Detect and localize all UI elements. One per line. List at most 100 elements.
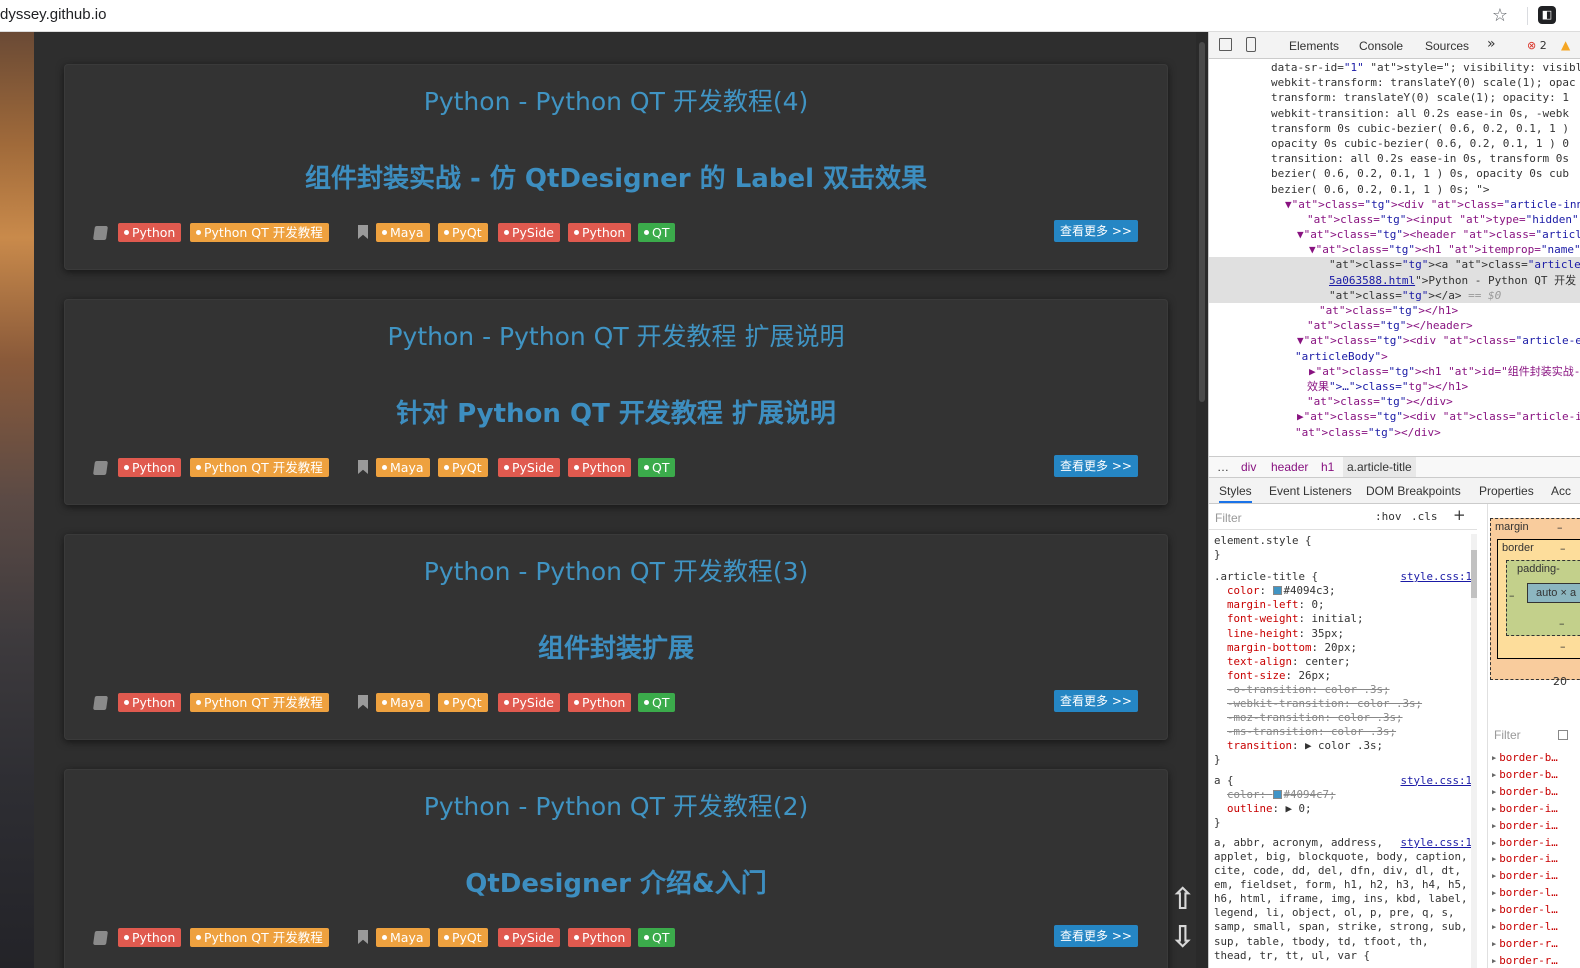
style-property[interactable]: font-size: 26px; xyxy=(1214,669,1472,683)
inspect-element-icon[interactable] xyxy=(1219,38,1232,51)
post-tag[interactable]: QT xyxy=(638,223,676,242)
dom-node-line[interactable]: "at">class="tg"></div> xyxy=(1209,425,1580,440)
device-toolbar-icon[interactable] xyxy=(1246,37,1256,52)
tab-properties[interactable]: Properties xyxy=(1479,484,1534,498)
property-value[interactable]: center; xyxy=(1305,655,1351,668)
post-tag[interactable]: Python xyxy=(568,928,632,947)
read-more-button[interactable]: 查看更多 >> xyxy=(1054,925,1138,947)
hover-state-button[interactable]: :hov xyxy=(1375,510,1402,523)
styles-scrollbar-thumb[interactable] xyxy=(1471,550,1477,598)
error-count-badge[interactable]: ⊗ 2 xyxy=(1527,39,1547,52)
post-tag[interactable]: Maya xyxy=(376,223,430,242)
tab-sources[interactable]: Sources xyxy=(1425,39,1469,53)
box-model-padding-bottom[interactable]: – xyxy=(1559,617,1565,630)
category-tag[interactable]: Python xyxy=(118,458,182,477)
color-swatch[interactable] xyxy=(1272,789,1282,799)
tab-console[interactable]: Console xyxy=(1359,39,1403,53)
dom-node-line[interactable]: ▶"at">class="tg"><div "at">class="articl… xyxy=(1209,409,1580,424)
category-tag[interactable]: Python xyxy=(118,928,182,947)
post-tag[interactable]: Python xyxy=(568,458,632,477)
dom-node-line[interactable]: ▼"at">class="tg"><header "at">class="art… xyxy=(1209,227,1580,242)
property-name[interactable]: font-weight xyxy=(1227,612,1299,625)
dom-node-selected[interactable]: "at">class="tg"></a> == $0 xyxy=(1209,287,1580,303)
style-property[interactable]: transition: ▶ color .3s; xyxy=(1214,739,1472,753)
style-property[interactable]: text-align: center; xyxy=(1214,655,1472,669)
post-tag[interactable]: Maya xyxy=(376,928,430,947)
post-tag[interactable]: QT xyxy=(638,928,676,947)
box-model-padding-left[interactable]: – xyxy=(1509,589,1515,602)
post-tag[interactable]: QT xyxy=(638,693,676,712)
property-name[interactable]: transition xyxy=(1227,739,1292,752)
tab-event-listeners[interactable]: Event Listeners xyxy=(1269,484,1352,498)
class-toggle-button[interactable]: .cls xyxy=(1411,510,1438,523)
property-name[interactable]: font-size xyxy=(1227,669,1286,682)
read-more-button[interactable]: 查看更多 >> xyxy=(1054,455,1138,477)
style-property[interactable]: line-height: 35px; xyxy=(1214,627,1472,641)
tab-accessibility[interactable]: Acc xyxy=(1551,484,1571,498)
dom-node-line[interactable]: "at">class="tg"></h1> xyxy=(1209,303,1580,318)
computed-property[interactable]: border-r… xyxy=(1492,936,1580,953)
style-property[interactable]: font-weight: initial; xyxy=(1214,612,1472,626)
category-tag[interactable]: Python QT 开发教程 xyxy=(190,458,329,477)
breadcrumb-h1[interactable]: h1 xyxy=(1321,457,1334,477)
property-value[interactable]: 26px; xyxy=(1299,669,1332,682)
tab-dom-breakpoints[interactable]: DOM Breakpoints xyxy=(1366,484,1461,498)
property-name[interactable]: text-align xyxy=(1227,655,1292,668)
dom-node-line[interactable]: transform: translateY(0) scale(1); opaci… xyxy=(1209,90,1580,105)
category-tag[interactable]: Python QT 开发教程 xyxy=(190,223,329,242)
property-value[interactable]: #4094c7; xyxy=(1284,788,1336,801)
property-value[interactable]: color .3s; xyxy=(1357,697,1422,710)
dom-node-line[interactable]: "at">class="tg"><input "at">type="hidden… xyxy=(1209,212,1580,227)
computed-property[interactable]: border-b… xyxy=(1492,784,1580,801)
box-model-border[interactable]: border – padding- – auto × a – – xyxy=(1497,539,1580,659)
rule-source-link[interactable]: style.css:1 xyxy=(1400,774,1472,788)
dom-node-line[interactable]: 效果">…">class="tg"></h1> xyxy=(1209,379,1580,394)
read-more-button[interactable]: 查看更多 >> xyxy=(1054,220,1138,242)
post-title-link[interactable]: Python - Python QT 开发教程 扩展说明 xyxy=(64,317,1168,353)
style-property[interactable]: color: #4094c7; xyxy=(1214,788,1472,802)
box-model-margin[interactable]: margin – border – padding- – auto × a – … xyxy=(1490,518,1580,688)
box-model-border-top[interactable]: – xyxy=(1560,542,1566,555)
property-value[interactable]: color .3s; xyxy=(1331,725,1396,738)
post-title-link[interactable]: Python - Python QT 开发教程(3) xyxy=(64,552,1168,588)
rule-source-link[interactable]: style.css:1 xyxy=(1400,570,1472,584)
dom-node-line[interactable]: bezier( 0.6, 0.2, 0.1, 1 ) 0s, opacity 0… xyxy=(1209,166,1580,181)
post-tag[interactable]: PySide xyxy=(498,458,560,477)
breadcrumb-ellipsis[interactable]: … xyxy=(1217,457,1229,477)
property-name[interactable]: -o-transition xyxy=(1227,683,1312,696)
dom-node-line[interactable]: "at">class="tg"></div> xyxy=(1209,394,1580,409)
category-tag[interactable]: Python QT 开发教程 xyxy=(190,928,329,947)
box-model-padding[interactable]: padding- – auto × a – xyxy=(1506,560,1580,636)
breadcrumb-div[interactable]: div xyxy=(1241,457,1256,477)
warning-icon[interactable]: ▲ xyxy=(1561,38,1570,52)
post-tag[interactable]: PyQt xyxy=(438,458,488,477)
styles-filter-input[interactable]: Filter xyxy=(1215,511,1242,525)
dom-node-line[interactable]: bezier( 0.6, 0.2, 0.1, 1 ) 0s; "> xyxy=(1209,182,1580,197)
property-value[interactable]: ▶ 0; xyxy=(1286,802,1312,815)
property-value[interactable]: 20px; xyxy=(1325,641,1358,654)
styles-scrollbar[interactable] xyxy=(1471,534,1477,968)
scroll-bottom-arrow-icon[interactable]: ⇩ xyxy=(1170,920,1195,955)
computed-property[interactable]: border-i… xyxy=(1492,818,1580,835)
style-property[interactable]: -webkit-transition: color .3s; xyxy=(1214,697,1472,711)
dom-node-line[interactable]: ▼"at">class="tg"><div "at">class="articl… xyxy=(1209,197,1580,212)
scroll-top-arrow-icon[interactable]: ⇧ xyxy=(1170,882,1195,917)
dom-node-line[interactable]: webkit-transition: all 0.2s ease-in 0s, … xyxy=(1209,106,1580,121)
computed-property[interactable]: border-l… xyxy=(1492,919,1580,936)
property-name[interactable]: outline xyxy=(1227,802,1273,815)
category-tag[interactable]: Python xyxy=(118,223,182,242)
address-bar[interactable]: dyssey.github.io xyxy=(0,6,106,23)
dom-node-line[interactable]: transform 0s cubic-bezier( 0.6, 0.2, 0.1… xyxy=(1209,121,1580,136)
breadcrumb-header[interactable]: header xyxy=(1271,457,1308,477)
dom-node-line[interactable]: ▼"at">class="tg"><div "at">class="articl… xyxy=(1209,333,1580,348)
computed-filter-input[interactable]: Filter xyxy=(1494,728,1521,742)
box-model-border-bottom[interactable]: – xyxy=(1560,640,1566,653)
box-model-margin-top[interactable]: – xyxy=(1557,521,1563,534)
property-name[interactable]: margin-left xyxy=(1227,598,1299,611)
post-tag[interactable]: PySide xyxy=(498,223,560,242)
property-name[interactable]: -webkit-transition xyxy=(1227,697,1344,710)
computed-property[interactable]: border-b… xyxy=(1492,767,1580,784)
property-value[interactable]: 0; xyxy=(1312,598,1325,611)
computed-property[interactable]: border-l… xyxy=(1492,902,1580,919)
post-tag[interactable]: Python xyxy=(568,223,632,242)
